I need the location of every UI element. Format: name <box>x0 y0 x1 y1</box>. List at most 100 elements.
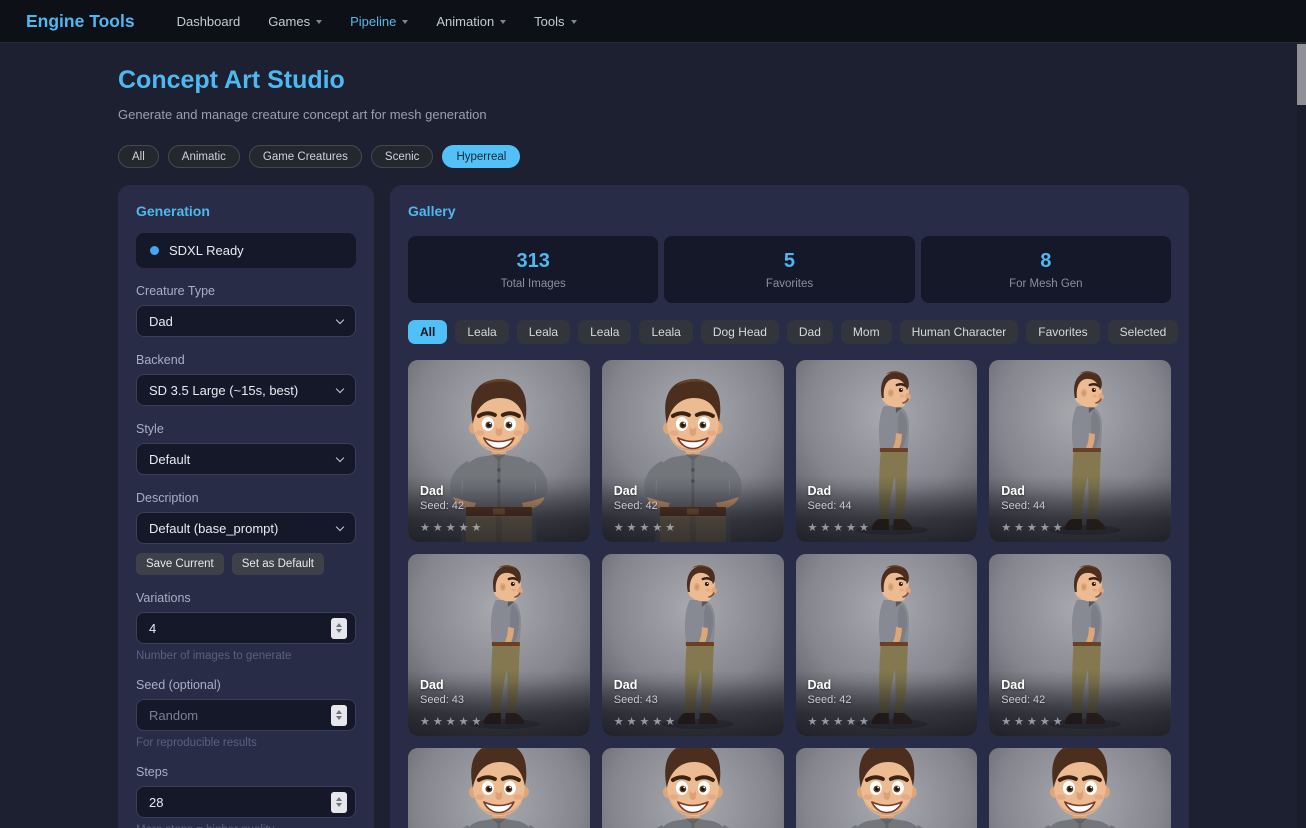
nav-item-pipeline[interactable]: Pipeline <box>350 14 408 29</box>
card-overlay: Dad Seed: 43 ★★★★★ <box>408 670 590 736</box>
card-title: Dad <box>614 678 772 692</box>
gallery-panel: Gallery 313 Total Images 5 Favorites 8 F… <box>390 185 1189 828</box>
card-seed: Seed: 42 <box>1001 694 1159 706</box>
sdxl-status: SDXL Ready <box>136 233 356 268</box>
nav-item-dashboard[interactable]: Dashboard <box>177 14 241 29</box>
nav-item-games[interactable]: Games <box>268 14 322 29</box>
creature-type-select[interactable]: Dad <box>136 305 356 337</box>
stat-value: 8 <box>1040 250 1051 273</box>
star-rating-icon[interactable]: ★★★★★ <box>1001 521 1159 534</box>
save-current-button[interactable]: Save Current <box>136 553 224 575</box>
variations-input[interactable]: 4 <box>136 612 356 644</box>
card-title: Dad <box>614 484 772 498</box>
nav-item-label: Games <box>268 14 310 29</box>
gallery-card[interactable]: Dad Seed: 42 ★★★★★ <box>796 554 978 736</box>
stepper-down-icon[interactable] <box>336 803 342 807</box>
star-rating-icon[interactable]: ★★★★★ <box>614 715 772 728</box>
style-label: Style <box>136 422 356 436</box>
stepper-up-icon[interactable] <box>336 710 342 714</box>
description-select[interactable]: Default (base_prompt) <box>136 512 356 544</box>
stepper-down-icon[interactable] <box>336 629 342 633</box>
gallery-card[interactable]: Dad Seed: 44 ★★★★★ <box>989 360 1171 542</box>
generation-panel: Generation SDXL Ready Creature Type Dad … <box>118 185 374 828</box>
caret-down-icon <box>402 20 408 24</box>
card-overlay: Dad Seed: 42 ★★★★★ <box>602 476 784 542</box>
backend-select[interactable]: SD 3.5 Large (~15s, best) <box>136 374 356 406</box>
stepper-up-icon[interactable] <box>336 797 342 801</box>
gallery-pill-leala-3[interactable]: Leala <box>578 320 631 344</box>
star-rating-icon[interactable]: ★★★★★ <box>614 521 772 534</box>
category-pill-scenic[interactable]: Scenic <box>371 145 434 168</box>
gallery-card[interactable] <box>796 748 978 828</box>
style-value: Default <box>149 452 190 467</box>
chevron-down-icon <box>336 315 344 323</box>
nav-item-label: Dashboard <box>177 14 241 29</box>
star-rating-icon[interactable]: ★★★★★ <box>808 521 966 534</box>
number-stepper-icon[interactable] <box>331 705 347 726</box>
nav-item-tools[interactable]: Tools <box>534 14 576 29</box>
stat-value: 313 <box>516 250 549 273</box>
gallery-card[interactable]: Dad Seed: 43 ★★★★★ <box>408 554 590 736</box>
brand-logo[interactable]: Engine Tools <box>26 11 135 32</box>
stat-favorites: 5 Favorites <box>664 236 914 303</box>
gallery-pill-selected[interactable]: Selected <box>1108 320 1179 344</box>
page-scrollbar-track[interactable] <box>1297 44 1306 828</box>
star-rating-icon[interactable]: ★★★★★ <box>808 715 966 728</box>
gallery-card[interactable]: Dad Seed: 42 ★★★★★ <box>408 360 590 542</box>
gallery-pill-dog-head[interactable]: Dog Head <box>701 320 779 344</box>
page-title: Concept Art Studio <box>118 66 345 95</box>
gallery-card[interactable]: Dad Seed: 42 ★★★★★ <box>602 360 784 542</box>
category-pill-game-creatures[interactable]: Game Creatures <box>249 145 362 168</box>
gallery-card[interactable]: Dad Seed: 42 ★★★★★ <box>989 554 1171 736</box>
gallery-card[interactable]: Dad Seed: 44 ★★★★★ <box>796 360 978 542</box>
seed-input[interactable]: Random <box>136 699 356 731</box>
star-rating-icon[interactable]: ★★★★★ <box>1001 715 1159 728</box>
variations-label: Variations <box>136 591 356 605</box>
chevron-down-icon <box>336 453 344 461</box>
star-rating-icon[interactable]: ★★★★★ <box>420 521 578 534</box>
gallery-card[interactable] <box>989 748 1171 828</box>
card-title: Dad <box>808 678 966 692</box>
steps-input[interactable]: 28 <box>136 786 356 818</box>
gallery-pill-mom[interactable]: Mom <box>841 320 892 344</box>
set-as-default-button[interactable]: Set as Default <box>232 553 324 575</box>
star-rating-icon[interactable]: ★★★★★ <box>420 715 578 728</box>
description-label: Description <box>136 491 356 505</box>
card-overlay: Dad Seed: 43 ★★★★★ <box>602 670 784 736</box>
gallery-pill-human-character[interactable]: Human Character <box>900 320 1019 344</box>
nav-item-animation[interactable]: Animation <box>436 14 506 29</box>
concept-art-image <box>796 748 978 828</box>
card-overlay: Dad Seed: 42 ★★★★★ <box>408 476 590 542</box>
card-seed: Seed: 43 <box>420 694 578 706</box>
gallery-pill-all[interactable]: All <box>408 320 447 344</box>
page-scrollbar-thumb[interactable] <box>1297 44 1306 105</box>
card-seed: Seed: 44 <box>808 500 966 512</box>
card-seed: Seed: 42 <box>808 694 966 706</box>
number-stepper-icon[interactable] <box>331 618 347 639</box>
gallery-card[interactable] <box>408 748 590 828</box>
gallery-pill-leala-1[interactable]: Leala <box>455 320 508 344</box>
status-text: SDXL Ready <box>169 243 244 258</box>
category-pill-all[interactable]: All <box>118 145 159 168</box>
backend-label: Backend <box>136 353 356 367</box>
stepper-up-icon[interactable] <box>336 623 342 627</box>
category-pill-animatic[interactable]: Animatic <box>168 145 240 168</box>
concept-art-image <box>408 748 590 828</box>
gallery-pill-leala-2[interactable]: Leala <box>517 320 570 344</box>
gallery-pill-favorites[interactable]: Favorites <box>1026 320 1099 344</box>
category-pill-hyperreal[interactable]: Hyperreal <box>442 145 520 168</box>
gallery-card[interactable]: Dad Seed: 43 ★★★★★ <box>602 554 784 736</box>
number-stepper-icon[interactable] <box>331 792 347 813</box>
stepper-down-icon[interactable] <box>336 716 342 720</box>
card-seed: Seed: 42 <box>420 500 578 512</box>
card-seed: Seed: 42 <box>614 500 772 512</box>
style-select[interactable]: Default <box>136 443 356 475</box>
caret-down-icon <box>316 20 322 24</box>
card-overlay: Dad Seed: 44 ★★★★★ <box>796 476 978 542</box>
nav-item-label: Tools <box>534 14 564 29</box>
description-value: Default (base_prompt) <box>149 521 278 536</box>
gallery-pill-dad[interactable]: Dad <box>787 320 833 344</box>
gallery-card[interactable] <box>602 748 784 828</box>
gallery-pill-leala-4[interactable]: Leala <box>639 320 692 344</box>
variations-value: 4 <box>149 621 156 636</box>
